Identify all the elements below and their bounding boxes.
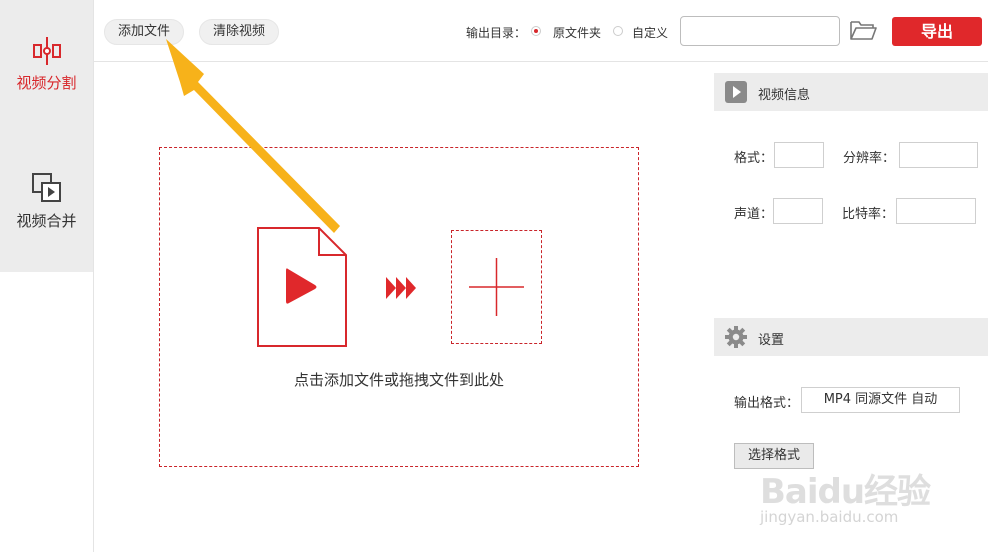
settings-header: 设置 (714, 318, 988, 356)
radio-original-folder[interactable] (531, 26, 541, 36)
video-info-header: 视频信息 (714, 73, 988, 111)
radio-custom-folder-label[interactable]: 自定义 (632, 24, 668, 41)
watermark-url: jingyan.baidu.com (760, 508, 899, 526)
radio-original-folder-label[interactable]: 原文件夹 (553, 24, 601, 41)
format-label: 格式： (734, 151, 774, 166)
sidebar-item-video-merge[interactable]: 视频合并 (0, 172, 93, 242)
drop-zone-hint: 点击添加文件或拖拽文件到此处 (293, 371, 504, 389)
output-format-select[interactable]: MP4 同源文件 自动 (801, 387, 960, 413)
sidebar-item-label: 视频合并 (16, 212, 77, 230)
sidebar-item-label: 视频分割 (16, 74, 77, 92)
merge-icon (31, 173, 61, 202)
video-info-title: 视频信息 (758, 88, 811, 103)
add-placeholder-box[interactable] (451, 230, 542, 344)
chevrons-right-icon (386, 277, 416, 299)
clear-video-button[interactable]: 清除视频 (199, 19, 280, 45)
folder-open-icon[interactable] (849, 18, 877, 42)
resolution-label: 分辨率： (843, 151, 896, 166)
output-format-label: 输出格式： (734, 396, 800, 411)
output-path-input[interactable] (680, 16, 840, 46)
plus-icon (469, 258, 524, 316)
settings-title: 设置 (758, 333, 785, 348)
channel-label: 声道： (734, 207, 774, 222)
play-box-icon (725, 81, 747, 103)
format-field (774, 142, 824, 168)
resolution-field (899, 142, 978, 168)
radio-custom-folder[interactable] (613, 26, 623, 36)
channel-field (773, 198, 823, 224)
split-icon (32, 37, 61, 65)
bitrate-field (896, 198, 976, 224)
export-button[interactable]: 导出 (892, 17, 982, 46)
file-drop-zone[interactable]: 点击添加文件或拖拽文件到此处 (159, 147, 639, 467)
output-dir-label: 输出目录： (466, 26, 527, 40)
watermark-logo: Baidu经验 (760, 472, 931, 512)
bitrate-label: 比特率： (842, 207, 895, 222)
gear-icon (725, 326, 747, 348)
add-file-button[interactable]: 添加文件 (104, 19, 185, 45)
top-toolbar: 添加文件 清除视频 输出目录： 原文件夹 自定义 导出 (94, 0, 988, 62)
sidebar: 视频分割 视频合并 (0, 0, 94, 552)
sidebar-item-video-split[interactable]: 视频分割 (0, 36, 93, 106)
watermark: Baidu经验 jingyan.baidu.com (760, 446, 970, 536)
video-file-icon (257, 227, 347, 347)
